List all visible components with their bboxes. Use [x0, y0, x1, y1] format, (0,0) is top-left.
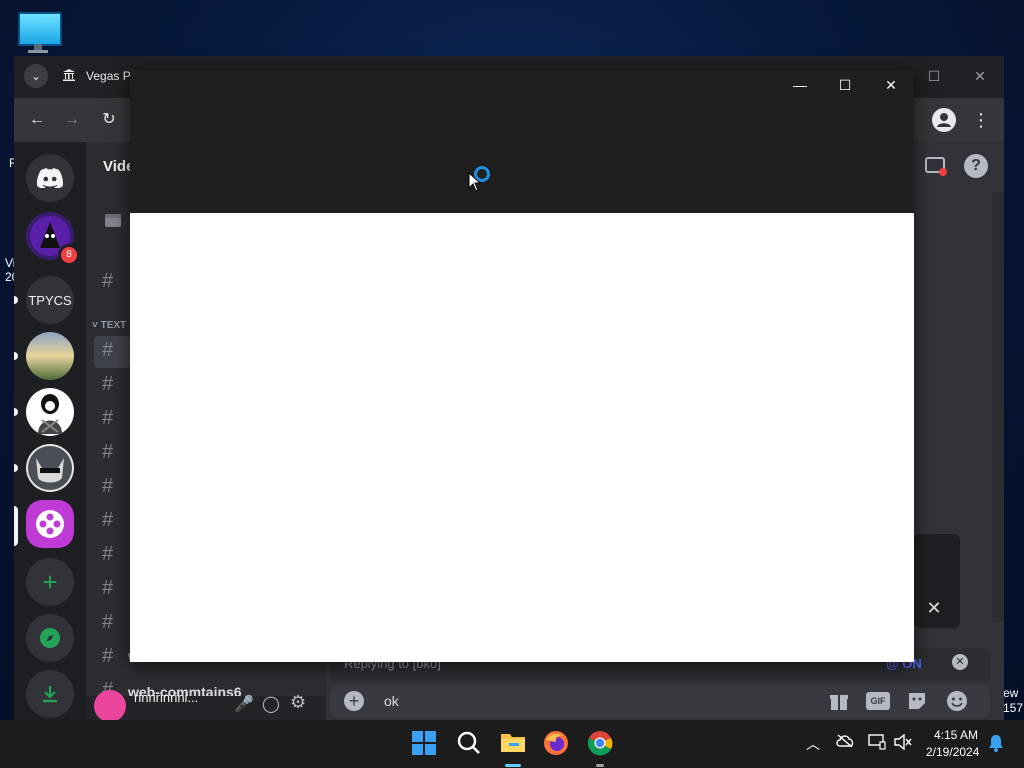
edge-text-right-2: 157	[1003, 701, 1024, 715]
forward-button[interactable]: →	[60, 108, 84, 132]
edge-text-right-1: ew	[1003, 686, 1019, 700]
show-hidden-icons-chevron-icon[interactable]: ︿	[806, 734, 820, 754]
browser-maximize-button[interactable]: ☐	[924, 66, 944, 86]
user-settings-gear-icon[interactable]: ⚙	[290, 692, 306, 713]
clock-date[interactable]: 2/19/2024	[926, 745, 979, 759]
attach-plus-icon[interactable]: +	[344, 691, 364, 711]
firefox-icon[interactable]	[543, 730, 571, 758]
chrome-icon[interactable]	[587, 730, 615, 758]
channel-hash-icon: #	[102, 270, 114, 292]
server-icon-landscape[interactable]	[26, 332, 74, 380]
volume-muted-icon[interactable]	[894, 733, 912, 753]
headset-icon[interactable]: ◯	[262, 694, 280, 714]
message-input[interactable]: ok	[384, 693, 399, 709]
channel-hash-icon-5[interactable]: #	[102, 475, 113, 498]
help-icon[interactable]: ?	[964, 154, 988, 178]
reload-button[interactable]: ↻	[97, 108, 121, 132]
channel-hash-icon-9[interactable]: #	[102, 611, 113, 634]
clock-time[interactable]: 4:15 AM	[934, 728, 978, 742]
message-input-bar: + ok GIF	[330, 684, 990, 718]
search-icon[interactable]	[456, 730, 484, 758]
unread-badge: 8	[58, 244, 80, 266]
cancel-reply-icon[interactable]: ✕	[952, 654, 968, 670]
server-unread-pill-3	[14, 408, 18, 416]
category-text-channels[interactable]: ˅ TEXT	[92, 320, 126, 331]
popup-close-icon[interactable]: ✕	[924, 598, 944, 618]
active-app-indicator	[505, 764, 521, 767]
file-explorer-icon[interactable]	[499, 730, 527, 758]
window-maximize-button[interactable]: ☐	[830, 76, 860, 94]
discord-server-rail: 8 TPYCS +	[14, 142, 86, 720]
profile-avatar-icon[interactable]	[932, 108, 956, 132]
onedrive-cloud-icon[interactable]	[836, 734, 854, 751]
server-unread-pill-4	[14, 464, 18, 472]
server-unread-pill-2	[14, 352, 18, 360]
browser-close-button[interactable]: ✕	[970, 66, 990, 86]
emoji-icon[interactable]	[946, 690, 968, 712]
channel-hash-icon-6[interactable]: #	[102, 509, 113, 532]
museum-icon	[62, 68, 78, 84]
channel-hash-icon-10[interactable]: #	[102, 645, 113, 668]
download-apps-icon[interactable]	[26, 670, 74, 718]
network-display-icon[interactable]	[868, 734, 886, 753]
chat-scrollbar-track[interactable]	[992, 192, 1004, 622]
channel-hash-icon-3[interactable]: #	[102, 407, 113, 430]
mute-mic-icon[interactable]: 🎤	[234, 694, 254, 714]
gift-icon[interactable]	[828, 690, 850, 712]
username-label: rinririnrini...	[134, 690, 199, 705]
browser-tab-title[interactable]: Vegas P	[86, 69, 131, 83]
user-avatar[interactable]	[94, 690, 126, 722]
this-pc-desktop-icon[interactable]	[16, 10, 62, 53]
channel-hash-icon-2[interactable]: #	[102, 373, 113, 396]
sticker-icon[interactable]	[906, 690, 928, 712]
screen-share-icon[interactable]	[924, 156, 948, 178]
server-unread-pill	[14, 296, 18, 304]
server-icon-film-reel[interactable]	[26, 500, 74, 548]
browser-menu-icon[interactable]: ⋮	[972, 108, 990, 132]
server-icon-cat[interactable]	[26, 444, 74, 492]
channel-hash-icon-7[interactable]: #	[102, 543, 113, 566]
loading-window-header: — ☐ ✕	[130, 70, 914, 213]
media-popup-card: ✕	[914, 534, 960, 628]
channel-hash-icon-1: #	[102, 339, 114, 361]
notification-bell-icon[interactable]	[988, 734, 1004, 755]
loading-app-window: — ☐ ✕	[130, 70, 914, 662]
channel-hash-icon-4[interactable]: #	[102, 441, 113, 464]
window-minimize-button[interactable]: —	[785, 76, 815, 94]
running-app-indicator	[596, 764, 604, 767]
discord-home-icon[interactable]	[26, 154, 74, 202]
window-close-button[interactable]: ✕	[876, 76, 906, 94]
events-calendar-icon[interactable]	[104, 212, 122, 228]
selected-server-indicator	[14, 506, 18, 546]
channel-hash-icon-8[interactable]: #	[102, 577, 113, 600]
add-server-icon[interactable]: +	[26, 558, 74, 606]
user-panel: rinririnrini... 🎤 ◯ ⚙	[86, 690, 326, 722]
gif-icon[interactable]: GIF	[866, 692, 890, 710]
back-button[interactable]: ←	[25, 108, 49, 132]
windows-start-icon[interactable]	[411, 730, 439, 758]
tab-search-dropdown-icon[interactable]: ⌄	[24, 64, 48, 88]
explore-servers-icon[interactable]	[26, 614, 74, 662]
windows-taskbar: ︿ 4:15 AM 2/19/2024	[0, 720, 1024, 768]
server-tpycs[interactable]: TPYCS	[26, 276, 74, 324]
server-icon-penguin[interactable]	[26, 388, 74, 436]
